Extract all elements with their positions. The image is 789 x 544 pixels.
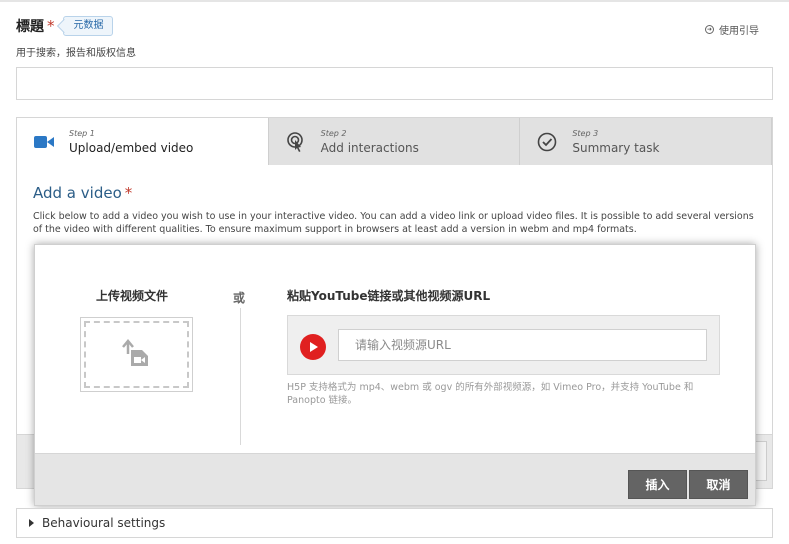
- tab-label: Summary task: [572, 140, 660, 155]
- behavioural-settings-label: Behavioural settings: [42, 516, 166, 530]
- url-input-area: [287, 315, 720, 375]
- youtube-play-icon: [300, 334, 326, 360]
- column-divider: [240, 303, 241, 445]
- url-support-hint: H5P 支持格式为 mp4、webm 或 ogv 的所有外部视频源，如 Vime…: [287, 382, 694, 406]
- tab-step-label: Step 1: [69, 128, 95, 138]
- usage-guide-label: 使用引导: [719, 26, 759, 37]
- usage-guide-link[interactable]: ➜ 使用引导: [705, 22, 759, 37]
- add-video-title: Add a video: [33, 184, 122, 202]
- metadata-button[interactable]: 元数据: [62, 16, 113, 36]
- top-border: [0, 0, 789, 2]
- title-field-description: 用于搜索，报告和版权信息: [16, 48, 136, 59]
- tab-label: Upload/embed video: [69, 140, 194, 155]
- add-video-dialog: 上传视频文件 或 粘贴YouTube链接或其他视频源URL H5P 支持格式为 …: [34, 244, 756, 506]
- upload-video-icon: [121, 338, 152, 372]
- add-video-heading: Add a video *: [33, 184, 132, 202]
- caret-right-icon: [29, 519, 34, 527]
- behavioural-settings-toggle[interactable]: Behavioural settings: [16, 508, 773, 538]
- wizard-tabs: Step 1 Upload/embed video Step 2 Add int…: [17, 118, 773, 165]
- touch-icon: [285, 131, 307, 153]
- title-input[interactable]: [16, 67, 773, 100]
- video-camera-icon: [33, 131, 55, 153]
- arrow-circle-icon: ➜: [705, 25, 714, 34]
- background-control: [755, 441, 767, 481]
- dialog-footer: 插入 取消: [35, 453, 755, 505]
- tab-label: Add interactions: [320, 140, 419, 155]
- or-separator: 或: [233, 287, 246, 308]
- check-circle-icon: [536, 131, 558, 153]
- upload-video-button[interactable]: [80, 317, 193, 392]
- video-url-input[interactable]: [338, 329, 707, 361]
- tab-step-label: Step 3: [572, 128, 599, 138]
- tab-summary-task[interactable]: Step 3 Summary task: [520, 118, 773, 165]
- title-field-label: 標題: [16, 19, 44, 35]
- cancel-button[interactable]: 取消: [689, 470, 748, 499]
- tab-add-interactions[interactable]: Step 2 Add interactions: [269, 118, 521, 165]
- required-mark: *: [124, 184, 133, 202]
- add-video-description: Click below to add a video you wish to u…: [33, 211, 754, 235]
- upload-file-title: 上传视频文件: [96, 289, 169, 303]
- required-mark: *: [47, 17, 55, 35]
- insert-button[interactable]: 插入: [628, 470, 687, 499]
- tab-step-label: Step 2: [320, 128, 347, 138]
- title-field-header: 標題 * 元数据: [16, 16, 113, 36]
- tab-upload-embed-video[interactable]: Step 1 Upload/embed video: [17, 118, 269, 165]
- paste-url-title: 粘贴YouTube链接或其他视频源URL: [287, 289, 491, 303]
